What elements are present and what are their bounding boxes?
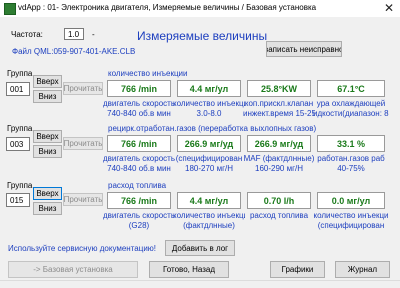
value-cell: 266.9 мг/уд [247, 135, 311, 152]
value-description: количество инъекци 3.0-8.0 [173, 99, 245, 118]
journal-button[interactable]: Журнал [335, 261, 390, 278]
group-caption: расход топлива [108, 181, 167, 190]
value-cell: 67.1°C [317, 80, 385, 97]
value-cell: 4.4 мг/ул [177, 80, 241, 97]
value-cell: 766 /min [107, 192, 171, 209]
file-label: Файл QML:059-907-401-AKE.CLB [12, 47, 136, 56]
value-description: работан.газов раб 40-75% [317, 154, 385, 173]
group-label: Группа [7, 124, 33, 133]
basic-setting-button[interactable]: -> Базовая установка [8, 261, 138, 278]
value-description: коп.прискл.клапанинжект.время 15-25°CI [243, 99, 315, 118]
frequency-unit: - [92, 30, 95, 39]
frequency-label: Частота: [11, 30, 43, 39]
value-cell: 4.4 мг/ул [177, 192, 241, 209]
frequency-field[interactable]: 1.0 [64, 28, 84, 40]
value-description: двигатель скорость (G28) [103, 211, 175, 230]
graphs-button[interactable]: Графики [270, 261, 325, 278]
group-up-button[interactable]: Вверх [33, 187, 62, 200]
value-cell: 766 /min [107, 80, 171, 97]
value-description: MAF (фактдлнные) 160-290 мг/Н [243, 154, 315, 173]
group-number-field[interactable]: 003 [6, 137, 30, 151]
value-description: расход топлива [249, 211, 309, 220]
group-number-field[interactable]: 015 [6, 193, 30, 207]
group-caption: рецирк.отработан.газов (переработка выхл… [108, 124, 317, 133]
group-up-button[interactable]: Вверх [33, 130, 62, 143]
add-to-log-button[interactable]: Добавить в лог [165, 240, 235, 256]
value-description: (специфицирован 180-270 мг/Н [175, 154, 243, 173]
value-description: количество инъекци (фактдлнные) [173, 211, 245, 230]
log-fault-button[interactable]: записать неисправно [266, 41, 342, 57]
value-cell: 25.8°KW [247, 80, 311, 97]
group-down-button[interactable]: Вниз [33, 202, 62, 215]
value-description: количество инъекци (специфицирован [313, 211, 389, 230]
read-button[interactable]: Прочитать [63, 193, 103, 206]
group-down-button[interactable]: Вниз [33, 145, 62, 158]
group-caption: количество инъекции [108, 69, 188, 78]
service-doc-hint: Используйте сервисную документацию! [8, 244, 157, 253]
group-up-button[interactable]: Вверх [33, 75, 62, 88]
app-icon [4, 3, 16, 15]
value-description: двигатель скорость 740-840 об.в мин [103, 99, 175, 118]
group-number-field[interactable]: 001 [6, 82, 30, 96]
value-cell: 33.1 % [317, 135, 385, 152]
read-button[interactable]: Прочитать [63, 82, 103, 95]
value-cell: 0.0 мг/ул [317, 192, 385, 209]
group-down-button[interactable]: Вниз [33, 90, 62, 103]
page-title: Измеряемые величины [137, 29, 268, 43]
read-button[interactable]: Прочитать [63, 137, 103, 150]
group-label: Группа [7, 69, 33, 78]
done-back-button[interactable]: Готово, Назад [149, 261, 229, 278]
value-cell: 0.70 l/h [247, 192, 311, 209]
window-title: vdApp : 01- Электроника двигателя, Измер… [18, 3, 317, 12]
value-description: ура охлаждающейидкости(диапазон: 85...10 [313, 99, 389, 118]
close-icon[interactable]: ✕ [384, 1, 394, 15]
value-cell: 766 /min [107, 135, 171, 152]
group-label: Группа [7, 181, 33, 190]
value-description: двигатель скорость 740-840 об.в мин [103, 154, 175, 173]
value-cell: 266.9 мг/уд [177, 135, 241, 152]
